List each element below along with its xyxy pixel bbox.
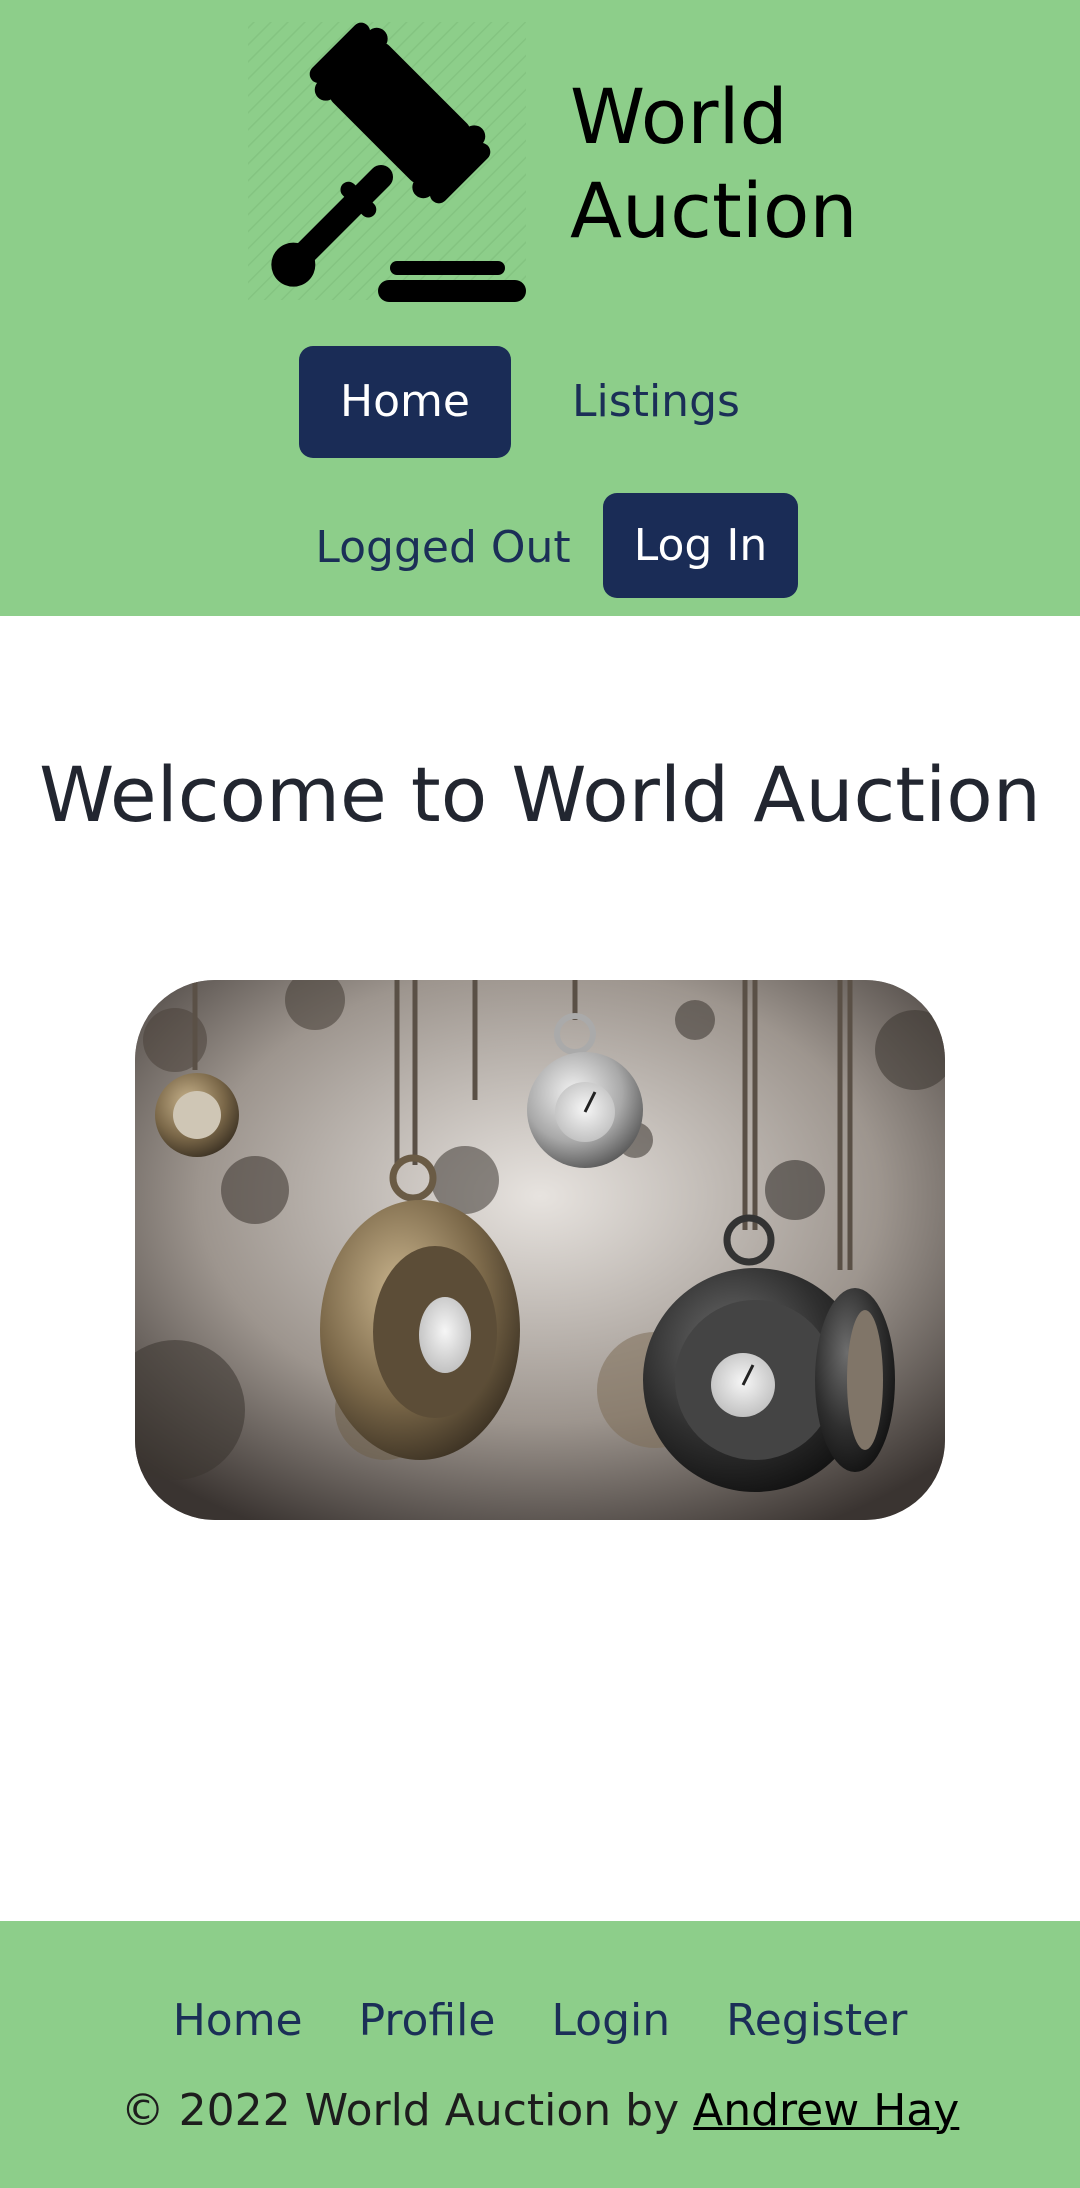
main-nav: Home Listings: [0, 346, 1080, 458]
nav-listings-link[interactable]: Listings: [548, 346, 764, 458]
footer-nav: Home Profile Login Register: [0, 1973, 1080, 2069]
brand[interactable]: World Auction: [240, 18, 858, 308]
footer-link-profile[interactable]: Profile: [359, 1995, 496, 2046]
brand-title: World Auction: [570, 70, 858, 258]
gavel-icon: [240, 18, 530, 308]
copyright-text: © 2022 World Auction by: [120, 2085, 694, 2136]
copyright: © 2022 World Auction by Andrew Hay: [0, 2076, 1080, 2146]
footer-link-login[interactable]: Login: [551, 1995, 670, 2046]
auth-bar: Logged Out Log In: [0, 493, 1080, 598]
site-header: World Auction Home Listings Logged Out L…: [0, 0, 1080, 616]
hero-image: [135, 980, 945, 1520]
brand-title-line2: Auction: [570, 166, 858, 255]
footer-link-register[interactable]: Register: [726, 1995, 907, 2046]
site-footer: Home Profile Login Register © 2022 World…: [0, 1921, 1080, 2188]
login-button[interactable]: Log In: [603, 493, 798, 598]
brand-title-line1: World: [570, 72, 788, 161]
login-status: Logged Out: [315, 522, 571, 573]
footer-link-home[interactable]: Home: [173, 1995, 303, 2046]
nav-home-button[interactable]: Home: [299, 346, 511, 458]
author-link[interactable]: Andrew Hay: [693, 2085, 959, 2136]
page-title: Welcome to World Auction: [39, 750, 1041, 839]
